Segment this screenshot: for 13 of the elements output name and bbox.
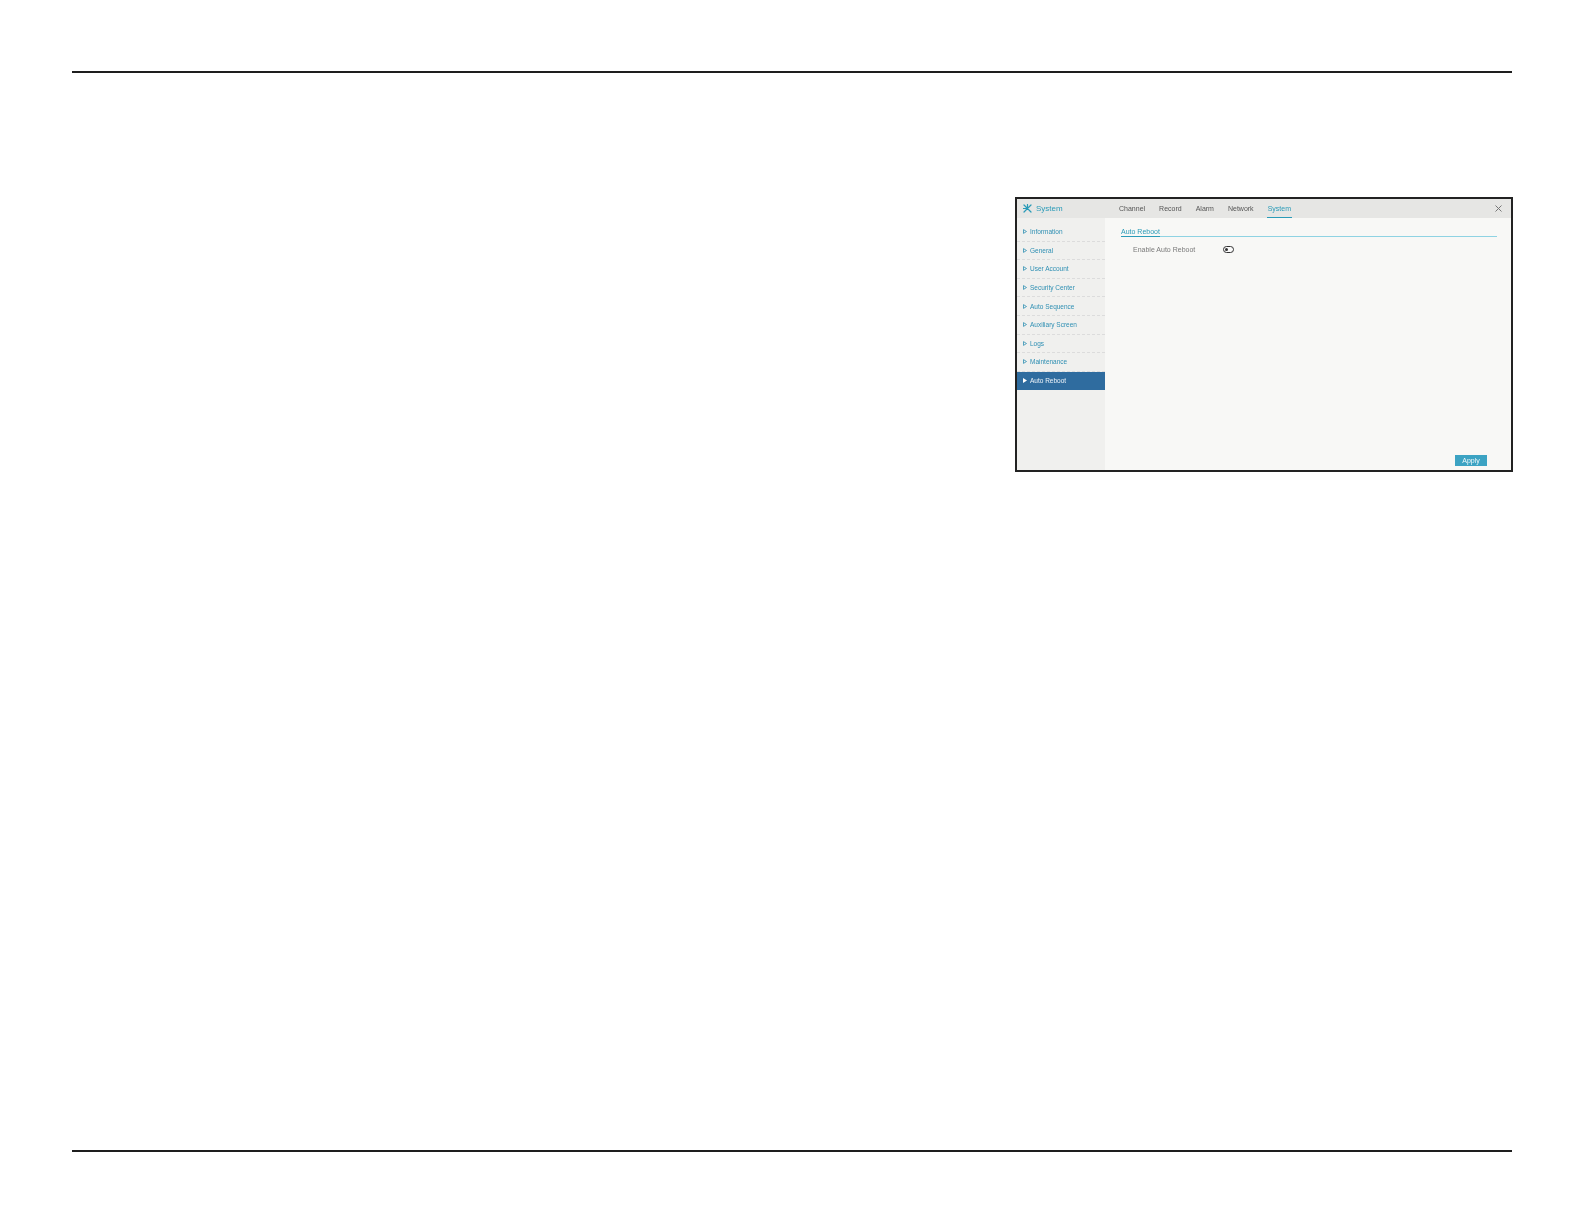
caret-icon	[1023, 359, 1027, 365]
caret-icon	[1023, 229, 1027, 235]
toggle-switch[interactable]	[1223, 245, 1234, 253]
caret-icon	[1023, 303, 1027, 309]
caret-icon	[1023, 378, 1027, 384]
close-icon[interactable]	[1495, 205, 1502, 212]
caret-icon	[1023, 322, 1027, 328]
asterisk-icon	[1023, 204, 1032, 213]
caret-icon	[1023, 266, 1027, 272]
caret-icon	[1023, 247, 1027, 253]
caret-icon	[1023, 340, 1027, 346]
window-title: System	[1036, 204, 1063, 213]
caret-icon	[1023, 285, 1027, 291]
